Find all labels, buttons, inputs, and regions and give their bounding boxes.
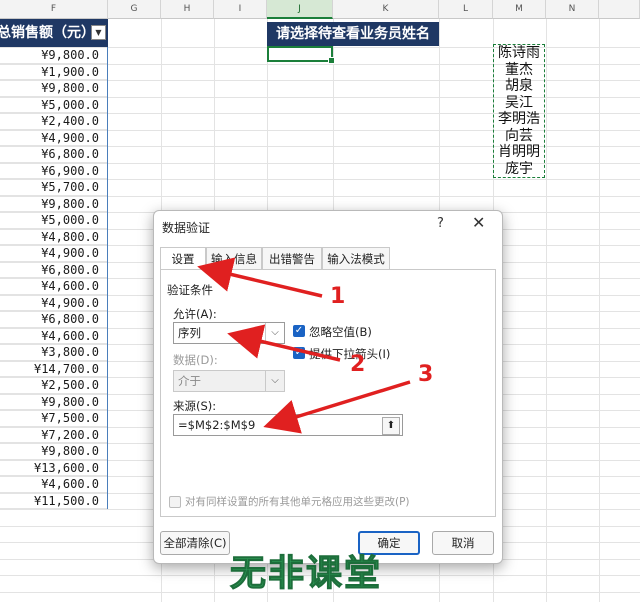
list-item[interactable]: 肖明明 bbox=[494, 144, 544, 161]
annotation-label-2: 2 bbox=[350, 352, 366, 377]
table-row[interactable]: ¥7,200.0 bbox=[0, 427, 107, 443]
table-row[interactable]: ¥1,900.0 bbox=[0, 64, 107, 80]
list-item[interactable]: 胡泉 bbox=[494, 78, 544, 95]
close-icon[interactable]: ✕ bbox=[472, 213, 485, 232]
table-row[interactable]: ¥7,500.0 bbox=[0, 410, 107, 427]
tab-input-message[interactable]: 输入信息 bbox=[206, 247, 262, 269]
settings-panel: 验证条件 允许(A): 序列 ⌵ ✓ 忽略空值(B) ✓ 提供下拉箭头(I) 数… bbox=[160, 269, 496, 517]
table-row[interactable]: ¥2,400.0 bbox=[0, 113, 107, 130]
validation-criteria-label: 验证条件 bbox=[167, 283, 213, 297]
table-row[interactable]: ¥4,600.0 bbox=[0, 278, 107, 295]
column-header-j[interactable]: J bbox=[267, 0, 333, 19]
column-header-i[interactable]: I bbox=[214, 0, 267, 19]
list-item[interactable]: 董杰 bbox=[494, 62, 544, 79]
table-row[interactable]: ¥6,800.0 bbox=[0, 311, 107, 328]
watermark-logo: 无非课堂 bbox=[229, 553, 383, 595]
fill-handle[interactable] bbox=[328, 57, 335, 64]
column-header-f[interactable]: F bbox=[0, 0, 108, 19]
list-item[interactable]: 陈诗雨 bbox=[494, 45, 544, 62]
ignore-blank-label[interactable]: 忽略空值(B) bbox=[309, 324, 372, 340]
table-row[interactable]: ¥9,800.0 bbox=[0, 47, 107, 64]
column-header-l[interactable]: L bbox=[439, 0, 493, 19]
table-row[interactable]: ¥9,800.0 bbox=[0, 394, 107, 410]
column-header-n[interactable]: N bbox=[546, 0, 599, 19]
ignore-blank-checkbox[interactable]: ✓ bbox=[293, 325, 305, 337]
table-row[interactable]: ¥4,800.0 bbox=[0, 229, 107, 245]
sales-total-header-label: 总销售额（元） bbox=[0, 25, 95, 41]
cancel-button[interactable]: 取消 bbox=[432, 531, 494, 555]
data-select-value: 介于 bbox=[178, 374, 201, 388]
list-item[interactable]: 向芸 bbox=[494, 128, 544, 145]
column-header-o[interactable] bbox=[599, 0, 640, 19]
list-item[interactable]: 庞宇 bbox=[494, 161, 544, 178]
list-item[interactable]: 吴江 bbox=[494, 95, 544, 112]
allow-select[interactable]: 序列 ⌵ bbox=[173, 322, 285, 344]
table-row[interactable]: ¥5,000.0 bbox=[0, 212, 107, 229]
chevron-down-icon: ⌵ bbox=[265, 371, 284, 391]
tab-error-alert[interactable]: 出错警告 bbox=[262, 247, 322, 269]
filter-dropdown-icon[interactable]: ▼ bbox=[91, 25, 106, 40]
table-row[interactable]: ¥4,900.0 bbox=[0, 245, 107, 262]
table-row[interactable]: ¥14,700.0 bbox=[0, 361, 107, 377]
dialog-title: 数据验证 bbox=[162, 221, 211, 235]
table-row[interactable]: ¥3,800.0 bbox=[0, 344, 107, 361]
select-salesperson-prompt: 请选择待查看业务员姓名 bbox=[267, 22, 439, 46]
column-header-h[interactable]: H bbox=[161, 0, 214, 19]
table-row[interactable]: ¥9,800.0 bbox=[0, 443, 107, 460]
table-row[interactable]: ¥5,700.0 bbox=[0, 179, 107, 196]
table-row[interactable]: ¥9,800.0 bbox=[0, 196, 107, 212]
table-row[interactable]: ¥5,000.0 bbox=[0, 97, 107, 113]
help-button[interactable]: ? bbox=[437, 216, 444, 231]
annotation-label-3: 3 bbox=[418, 362, 434, 387]
table-row[interactable]: ¥4,900.0 bbox=[0, 295, 107, 311]
data-select: 介于 ⌵ bbox=[173, 370, 285, 392]
table-row[interactable]: ¥4,900.0 bbox=[0, 130, 107, 146]
chevron-down-icon: ⌵ bbox=[265, 323, 284, 343]
apply-all-checkbox bbox=[169, 496, 181, 508]
salesperson-name-list: 陈诗雨 董杰 胡泉 吴江 李明浩 向芸 肖明明 庞宇 bbox=[493, 44, 545, 178]
apply-all-label: 对有同样设置的所有其他单元格应用这些更改(P) bbox=[185, 496, 410, 508]
source-label: 来源(S): bbox=[173, 399, 217, 413]
source-input[interactable]: =$M$2:$M$9 ⬆ bbox=[173, 414, 403, 436]
dropdown-arrow-checkbox[interactable]: ✓ bbox=[293, 347, 305, 359]
annotation-label-1: 1 bbox=[330, 284, 346, 309]
column-header-m[interactable]: M bbox=[493, 0, 546, 19]
sales-column: ¥9,800.0 ¥1,900.0 ¥9,800.0 ¥5,000.0 ¥2,4… bbox=[0, 47, 108, 509]
data-validation-dialog: 数据验证 ? ✕ 设置 输入信息 出错警告 输入法模式 验证条件 允许(A): … bbox=[153, 210, 503, 564]
table-row[interactable]: ¥4,600.0 bbox=[0, 476, 107, 493]
allow-select-value: 序列 bbox=[178, 326, 201, 340]
selected-cell-j2[interactable] bbox=[267, 46, 335, 64]
list-item[interactable]: 李明浩 bbox=[494, 111, 544, 128]
table-row[interactable]: ¥11,500.0 bbox=[0, 493, 107, 509]
data-label: 数据(D): bbox=[173, 353, 218, 367]
clear-all-button[interactable]: 全部清除(C) bbox=[160, 531, 230, 555]
table-row[interactable]: ¥9,800.0 bbox=[0, 80, 107, 97]
table-row[interactable]: ¥6,900.0 bbox=[0, 163, 107, 179]
allow-label: 允许(A): bbox=[173, 307, 217, 321]
table-row[interactable]: ¥4,600.0 bbox=[0, 328, 107, 344]
tab-settings[interactable]: 设置 bbox=[160, 247, 206, 270]
table-row[interactable]: ¥2,500.0 bbox=[0, 377, 107, 394]
collapse-dialog-icon[interactable]: ⬆ bbox=[382, 417, 400, 435]
table-row[interactable]: ¥6,800.0 bbox=[0, 262, 107, 278]
column-header-g[interactable]: G bbox=[108, 0, 161, 19]
table-row[interactable]: ¥6,800.0 bbox=[0, 146, 107, 163]
column-header-k[interactable]: K bbox=[333, 0, 439, 19]
sales-total-header[interactable]: 总销售额（元） ▼ bbox=[0, 19, 108, 47]
tab-ime-mode[interactable]: 输入法模式 bbox=[322, 247, 390, 269]
table-row[interactable]: ¥13,600.0 bbox=[0, 460, 107, 476]
dialog-tabs: 设置 输入信息 出错警告 输入法模式 bbox=[160, 247, 496, 270]
source-input-value: =$M$2:$M$9 bbox=[178, 418, 256, 432]
